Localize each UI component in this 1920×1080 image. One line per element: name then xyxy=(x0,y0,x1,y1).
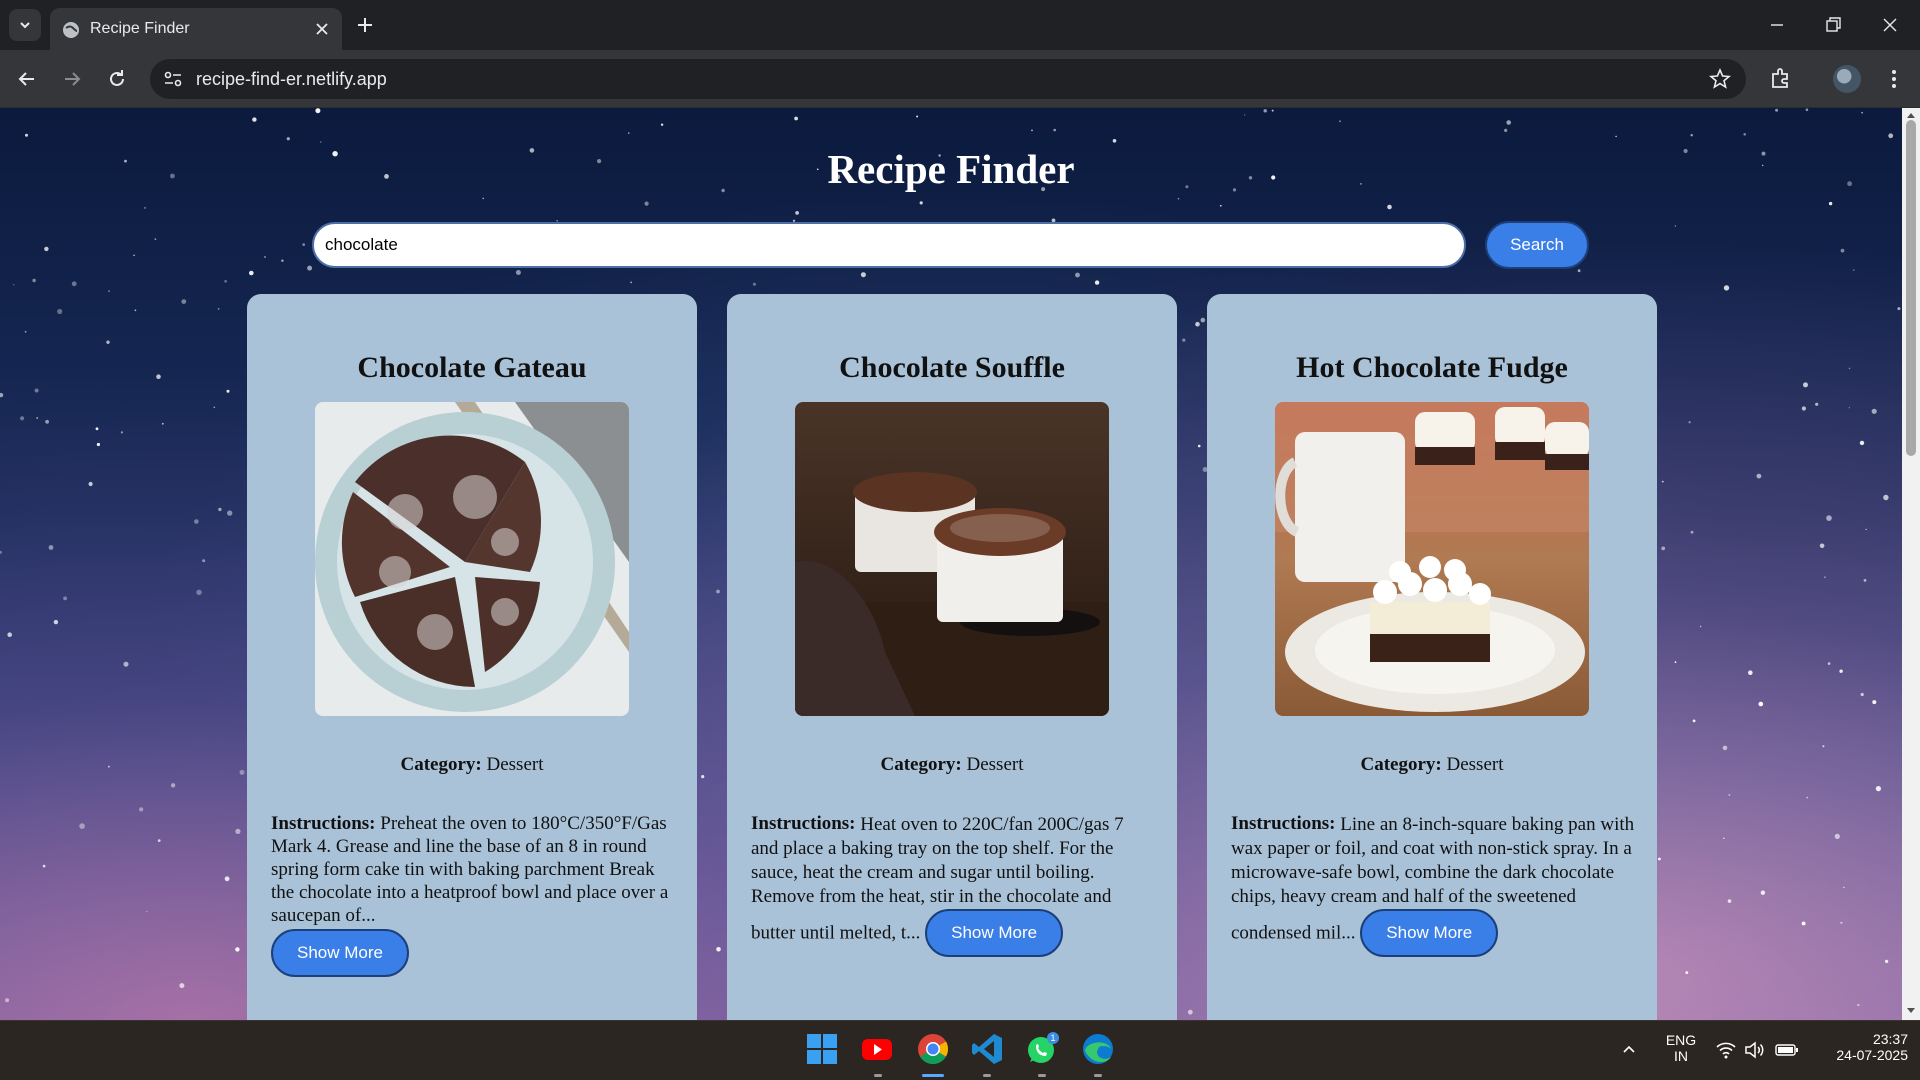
recipe-category: Category: Dessert xyxy=(400,754,544,775)
app-active-indicator xyxy=(922,1074,944,1077)
more-menu-icon[interactable] xyxy=(1880,65,1908,93)
extensions-puzzle-icon[interactable] xyxy=(1767,65,1795,93)
recipe-title: Chocolate Gateau xyxy=(357,351,587,384)
scrollbar-thumb[interactable] xyxy=(1906,120,1916,456)
minimize-icon[interactable] xyxy=(1764,12,1790,38)
recipe-category: Category: Dessert xyxy=(880,754,1024,775)
back-arrow-icon[interactable] xyxy=(14,66,40,92)
recipe-image-chocolate-gateau xyxy=(315,402,629,716)
recipe-card: Chocolate Gateau Category: Dessert Instr… xyxy=(247,294,697,1020)
vscode-icon[interactable] xyxy=(969,1031,1005,1067)
recipe-instructions: Instructions: Heat oven to 220C/fan 200C… xyxy=(751,812,1155,957)
browser-tab-bar: Recipe Finder xyxy=(0,0,1920,50)
recipe-image-hot-chocolate-fudge xyxy=(1275,402,1589,716)
recipe-card: Hot Chocolate Fudge Category: Dessert In… xyxy=(1207,294,1657,1020)
chevron-down-icon xyxy=(20,22,30,29)
app-running-indicator xyxy=(983,1074,991,1077)
windows-start-icon[interactable] xyxy=(804,1031,840,1067)
globe-icon xyxy=(63,22,79,38)
app-running-indicator xyxy=(1094,1074,1102,1077)
forward-arrow-icon[interactable] xyxy=(59,66,85,92)
battery-icon[interactable] xyxy=(1775,1042,1799,1058)
app-running-indicator xyxy=(1038,1074,1046,1077)
wifi-icon[interactable] xyxy=(1715,1040,1737,1060)
recipe-title: Chocolate Souffle xyxy=(839,351,1065,384)
recipe-instructions: Instructions: Preheat the oven to 180°C/… xyxy=(271,812,675,977)
youtube-icon[interactable] xyxy=(860,1031,896,1067)
show-more-button[interactable]: Show More xyxy=(1360,908,1499,957)
show-more-button[interactable]: Show More xyxy=(271,929,409,977)
volume-icon[interactable] xyxy=(1744,1040,1766,1060)
chrome-icon[interactable] xyxy=(915,1031,951,1067)
close-icon[interactable] xyxy=(312,19,332,39)
window-close-icon[interactable] xyxy=(1877,12,1903,38)
whatsapp-icon[interactable]: 1 xyxy=(1024,1031,1060,1067)
show-more-button[interactable]: Show More xyxy=(925,908,1064,957)
recipe-category: Category: Dessert xyxy=(1360,754,1504,775)
address-bar[interactable]: recipe-find-er.netlify.app xyxy=(150,59,1746,99)
app-running-indicator xyxy=(874,1074,882,1077)
page-title: Recipe Finder xyxy=(827,146,1075,192)
language-indicator[interactable]: ENG IN xyxy=(1660,1032,1702,1064)
site-info-icon[interactable] xyxy=(160,66,186,92)
page-scrollbar[interactable] xyxy=(1902,108,1920,1020)
new-tab-plus-icon[interactable] xyxy=(352,12,378,38)
windows-taskbar: 1 ENG IN 23:37 24-07-2025 xyxy=(0,1020,1920,1080)
recipe-image-chocolate-souffle xyxy=(795,402,1109,716)
edge-icon[interactable] xyxy=(1080,1031,1116,1067)
recipe-card: Chocolate Souffle Category: Dessert Inst… xyxy=(727,294,1177,1020)
recipe-instructions: Instructions: Line an 8-inch-square baki… xyxy=(1231,812,1635,957)
browser-tab-active[interactable]: Recipe Finder xyxy=(50,8,342,50)
reload-icon[interactable] xyxy=(104,66,130,92)
bookmark-star-icon[interactable] xyxy=(1708,67,1732,91)
search-button[interactable]: Search xyxy=(1485,221,1589,269)
search-input[interactable] xyxy=(312,222,1466,268)
url-text: recipe-find-er.netlify.app xyxy=(196,69,387,89)
profile-avatar[interactable] xyxy=(1833,65,1861,93)
tab-title: Recipe Finder xyxy=(90,20,190,37)
scroll-up-arrow-icon[interactable] xyxy=(1906,110,1916,120)
scroll-down-arrow-icon[interactable] xyxy=(1906,1006,1916,1016)
whatsapp-badge: 1 xyxy=(1050,1033,1055,1043)
tab-search-button[interactable] xyxy=(9,9,41,41)
page-viewport: Recipe Finder Search Chocolate Gateau xyxy=(0,108,1902,1020)
browser-toolbar: recipe-find-er.netlify.app xyxy=(0,50,1920,108)
show-hidden-icons-chevron-icon[interactable] xyxy=(1621,1041,1637,1057)
restore-icon[interactable] xyxy=(1820,12,1846,38)
recipe-title: Hot Chocolate Fudge xyxy=(1296,351,1568,384)
clock[interactable]: 23:37 24-07-2025 xyxy=(1808,1031,1908,1063)
